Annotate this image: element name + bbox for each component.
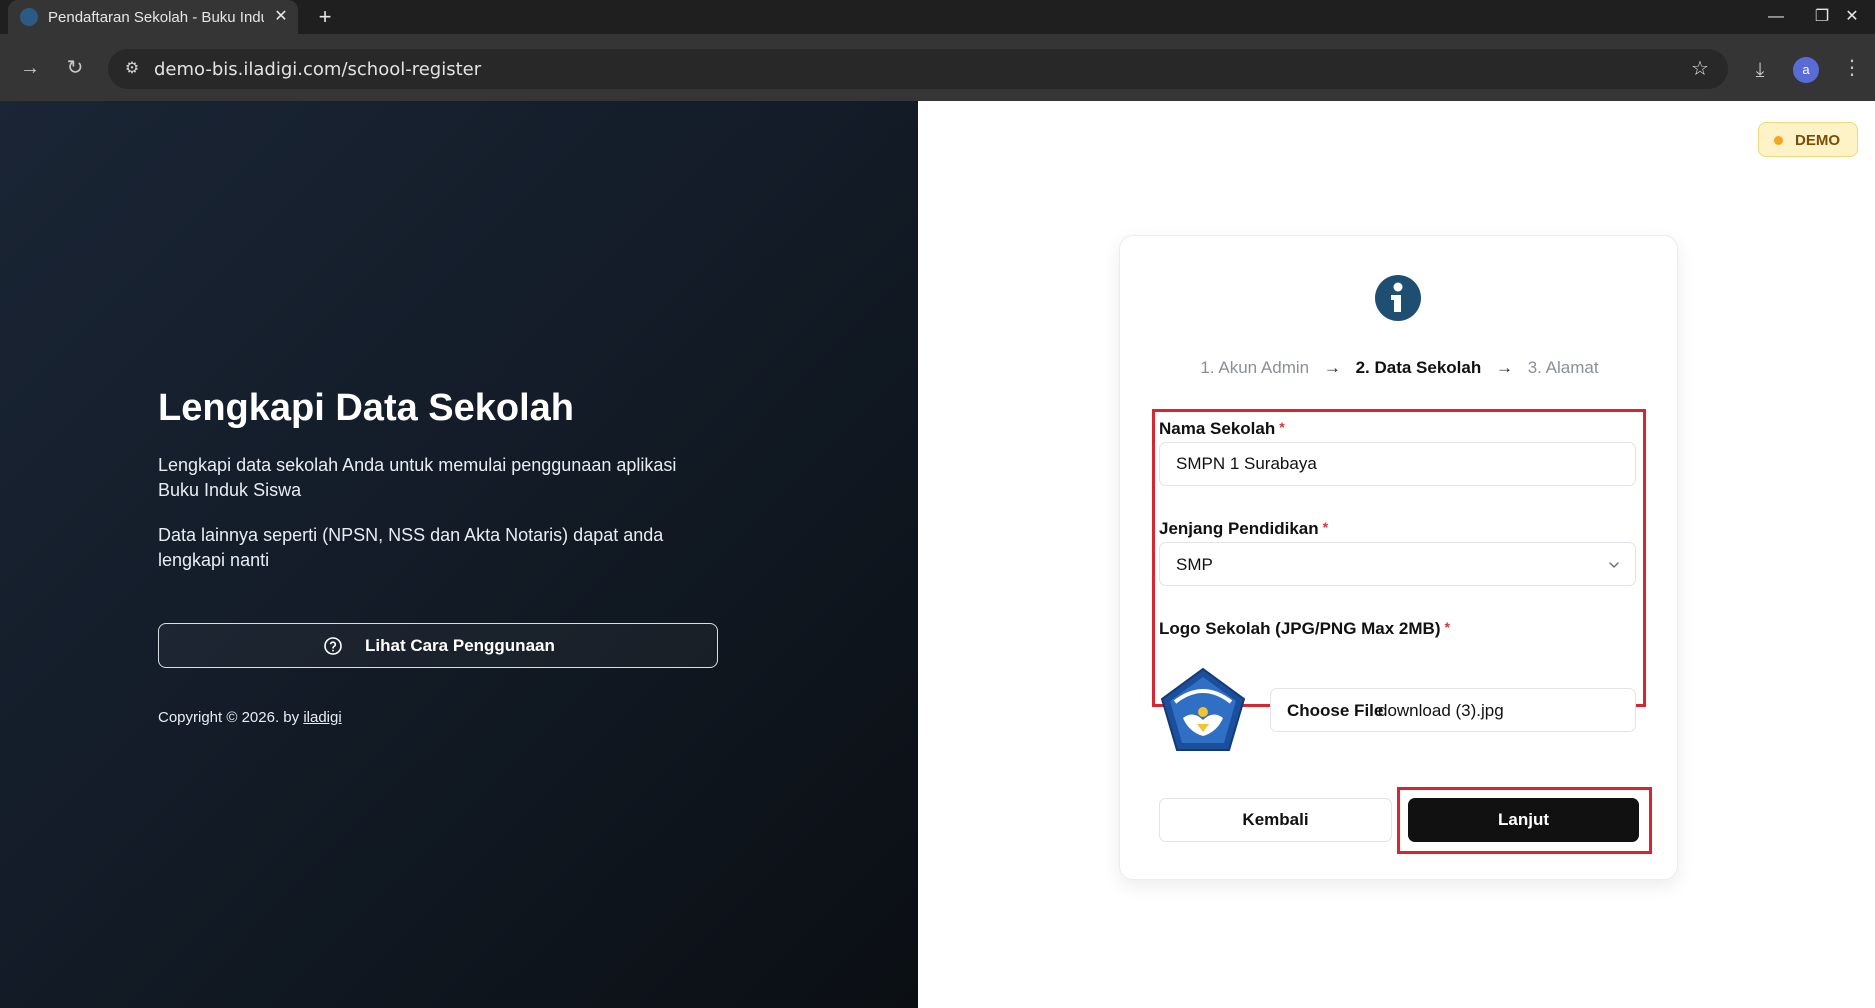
close-tab-icon[interactable]: ✕ (270, 6, 292, 28)
favicon-icon (20, 8, 38, 26)
browser-tab[interactable]: Pendaftaran Sekolah - Buku Induk Siswa ✕ (8, 0, 298, 34)
step-akun-admin: 1. Akun Admin (1200, 358, 1310, 377)
required-mark: * (1279, 419, 1285, 435)
site-info-icon[interactable]: ⚙ (118, 55, 146, 83)
tut-wuri-handayani-logo-icon (1160, 667, 1246, 751)
copyright-text: Copyright © 2026. by iladigi (158, 709, 342, 726)
step-arrow: → (1323, 358, 1341, 377)
reload-icon[interactable]: ↻ (59, 52, 91, 84)
education-level-value: SMP (1176, 555, 1213, 574)
back-button[interactable]: Kembali (1159, 798, 1392, 842)
required-mark: * (1444, 619, 1450, 635)
education-level-select[interactable]: SMP (1159, 542, 1636, 586)
forward-icon[interactable]: → (14, 52, 46, 84)
next-button[interactable]: Lanjut (1408, 798, 1639, 842)
choose-file-button[interactable]: Choose File (1287, 701, 1383, 721)
menu-kebab-icon[interactable]: ⋮ (1836, 52, 1868, 84)
school-name-label: Nama Sekolah * (1159, 419, 1285, 438)
demo-badge-label: DEMO (1795, 132, 1840, 149)
browser-tab-bar: Pendaftaran Sekolah - Buku Induk Siswa ✕… (0, 0, 1875, 34)
url-text[interactable]: demo-bis.iladigi.com/school-register (154, 59, 481, 80)
browser-toolbar: → ↻ ⚙ demo-bis.iladigi.com/school-regist… (0, 34, 1875, 101)
school-logo-label: Logo Sekolah (JPG/PNG Max 2MB) * (1159, 619, 1450, 638)
new-tab-icon[interactable]: + (312, 4, 338, 30)
info-panel: Lengkapi Data Sekolah Lengkapi data seko… (0, 101, 918, 1008)
info-logo-icon (1375, 275, 1421, 321)
education-level-label: Jenjang Pendidikan * (1159, 519, 1329, 538)
required-mark: * (1322, 519, 1329, 535)
question-circle-icon (324, 637, 342, 655)
step-alamat: 3. Alamat (1527, 358, 1599, 377)
minimize-icon[interactable]: — (1756, 2, 1796, 32)
logo-file-input[interactable]: Choose File download (3).jpg (1270, 688, 1636, 732)
help-guide-label: Lihat Cara Penggunaan (365, 636, 555, 655)
demo-badge: DEMO (1758, 122, 1858, 157)
iladigi-link[interactable]: iladigi (303, 709, 341, 726)
registration-card: 1. Akun Admin → 2. Data Sekolah → 3. Ala… (1119, 235, 1678, 880)
help-guide-button[interactable]: Lihat Cara Penggunaan (158, 623, 718, 668)
address-bar[interactable]: ⚙ demo-bis.iladigi.com/school-register ☆ (108, 49, 1728, 89)
description-primary: Lengkapi data sekolah Anda untuk memulai… (158, 455, 677, 500)
selected-file-name: download (3).jpg (1378, 701, 1504, 720)
profile-avatar[interactable]: a (1793, 57, 1819, 83)
step-indicator: 1. Akun Admin → 2. Data Sekolah → 3. Ala… (1120, 358, 1679, 378)
step-arrow: → (1495, 358, 1513, 377)
copyright-prefix: Copyright © 2026. by (158, 709, 300, 726)
tab-title: Pendaftaran Sekolah - Buku Induk Siswa (48, 9, 264, 26)
download-icon[interactable]: ⤓ (1744, 54, 1776, 86)
chevron-down-icon (1609, 562, 1619, 568)
step-data-sekolah: 2. Data Sekolah (1355, 358, 1482, 377)
description-secondary: Data lainnya seperti (NPSN, NSS dan Akta… (158, 525, 664, 570)
page-title: Lengkapi Data Sekolah (158, 387, 575, 429)
bookmark-star-icon[interactable]: ☆ (1684, 53, 1716, 85)
school-name-input[interactable] (1159, 442, 1636, 486)
close-window-icon[interactable]: ✕ (1832, 2, 1872, 32)
status-dot-icon (1774, 136, 1783, 145)
